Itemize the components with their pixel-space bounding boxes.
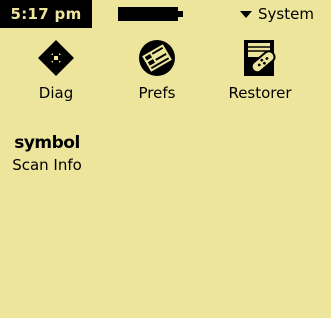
app-label: Scan Info (12, 156, 82, 174)
app-scan-info[interactable]: symbol Scan Info (0, 134, 94, 174)
category-dropdown[interactable]: System (240, 0, 314, 28)
clock[interactable]: 5:17 pm (0, 0, 92, 28)
diamond-icon (38, 40, 74, 76)
dropdown-arrow-icon (240, 10, 252, 18)
restorer-icon (244, 40, 276, 76)
app-prefs[interactable]: Prefs (112, 38, 202, 102)
app-label: Diag (38, 84, 74, 102)
battery-icon (118, 7, 183, 21)
symbol-logo: symbol (14, 133, 80, 153)
app-label: Prefs (138, 84, 176, 102)
status-bar: 5:17 pm System (0, 0, 331, 28)
app-diag[interactable]: Diag (11, 38, 101, 102)
app-label: Restorer (228, 84, 292, 102)
app-restorer[interactable]: Restorer (215, 38, 305, 102)
category-label: System (258, 5, 314, 23)
prefs-icon (139, 40, 175, 76)
